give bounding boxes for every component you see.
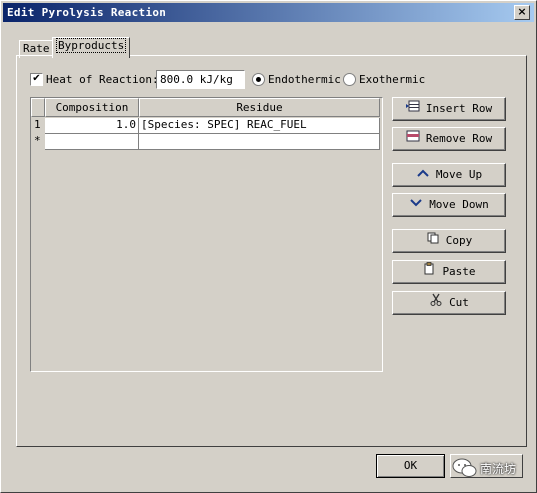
residue-cell[interactable]: [139, 134, 380, 150]
window-title: Edit Pyrolysis Reaction: [7, 6, 167, 19]
paste-label: Paste: [442, 265, 476, 278]
insert-row-icon: [405, 98, 420, 120]
byproducts-table[interactable]: Composition Residue 1 1.0 [Species: SPEC…: [30, 97, 383, 372]
close-button[interactable]: ×: [514, 5, 530, 20]
insert-row-button[interactable]: Insert Row: [392, 97, 506, 121]
chevron-down-icon: [409, 194, 423, 216]
chevron-up-icon: [416, 164, 430, 186]
corner-header: [31, 98, 45, 117]
move-down-label: Move Down: [429, 198, 489, 211]
insert-row-label: Insert Row: [425, 102, 493, 115]
tab-byproducts-label: Byproducts: [56, 38, 127, 53]
residue-cell[interactable]: [Species: SPEC] REAC_FUEL: [139, 118, 380, 134]
watermark: 南流坊: [452, 455, 522, 481]
copy-icon: [426, 230, 440, 252]
tab-rate-label: Rate: [23, 42, 50, 55]
scissors-icon: [429, 292, 443, 314]
move-up-button[interactable]: Move Up: [392, 163, 506, 187]
ok-button[interactable]: OK: [376, 454, 445, 478]
heat-of-reaction-field[interactable]: 800.0 kJ/kg: [156, 70, 245, 89]
exothermic-label: Exothermic: [359, 73, 426, 86]
exothermic-radio[interactable]: [343, 73, 356, 86]
remove-row-icon: [406, 128, 420, 150]
move-up-label: Move Up: [435, 168, 483, 181]
cut-label: Cut: [449, 296, 469, 309]
move-down-button[interactable]: Move Down: [392, 193, 506, 217]
wechat-icon: [452, 458, 477, 477]
heat-of-reaction-label: Heat of Reaction:: [46, 73, 159, 86]
remove-row-button[interactable]: Remove Row: [392, 127, 506, 151]
remove-row-label: Remove Row: [425, 132, 493, 145]
title-bar: Edit Pyrolysis Reaction ×: [3, 3, 534, 22]
row-marker[interactable]: 1: [34, 118, 45, 133]
copy-button[interactable]: Copy: [392, 229, 506, 253]
new-row-marker[interactable]: *: [34, 134, 45, 149]
cut-button[interactable]: Cut: [392, 291, 506, 315]
endothermic-label: Endothermic: [268, 73, 341, 86]
heat-of-reaction-checkbox[interactable]: ✔: [30, 73, 43, 86]
composition-cell[interactable]: 1.0: [45, 118, 139, 134]
column-header-residue[interactable]: Residue: [139, 98, 380, 117]
endothermic-radio[interactable]: [252, 73, 265, 86]
tab-byproducts[interactable]: Byproducts: [52, 37, 131, 58]
column-header-composition[interactable]: Composition: [45, 98, 139, 117]
composition-cell[interactable]: [45, 134, 139, 150]
paste-button[interactable]: Paste: [392, 260, 506, 284]
paste-icon: [422, 261, 436, 283]
watermark-text: 南流坊: [480, 462, 517, 476]
copy-label: Copy: [445, 234, 473, 247]
